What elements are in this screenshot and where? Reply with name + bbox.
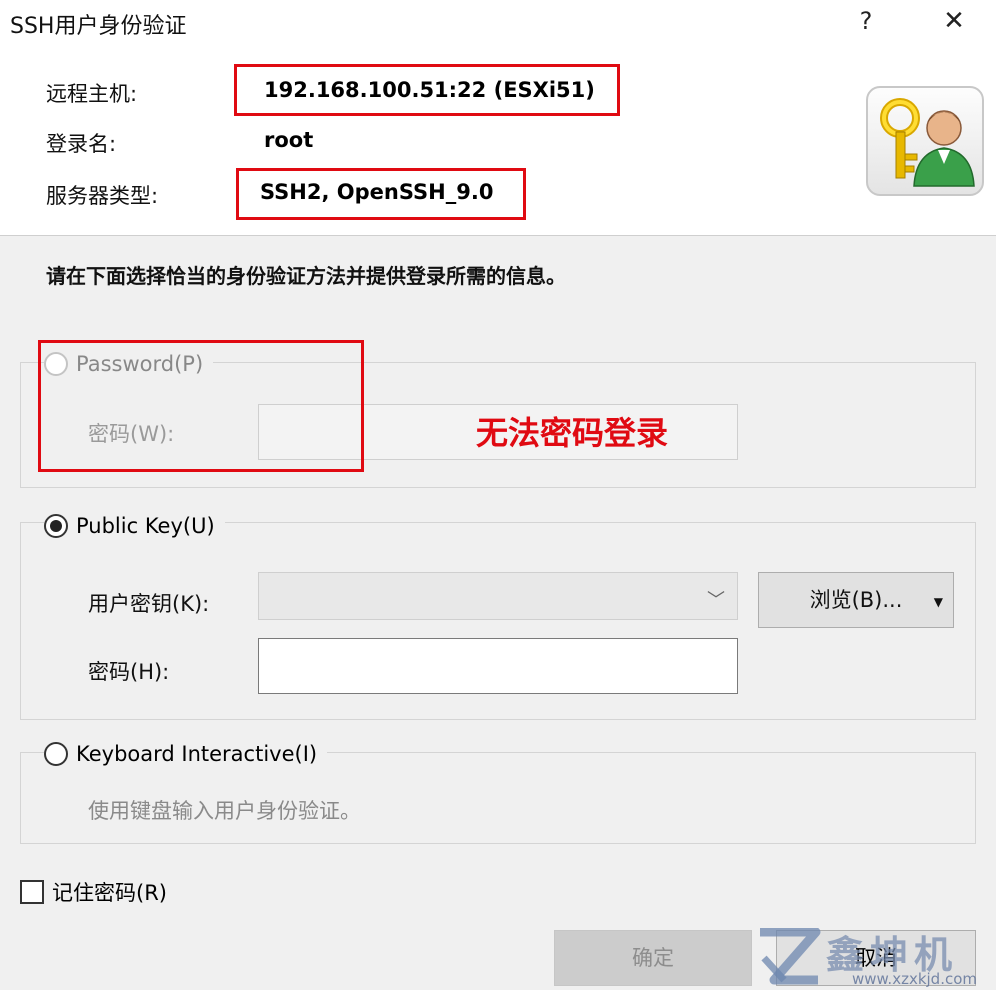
window-title: SSH用户身份验证 — [10, 14, 187, 39]
key-user-icon — [866, 86, 984, 196]
ok-button[interactable]: 确定 — [554, 930, 752, 986]
login-label: 登录名: — [46, 132, 117, 156]
remember-password-checkbox[interactable]: 记住密码(R) — [20, 877, 167, 907]
chevron-down-icon: ﹀ — [707, 590, 725, 611]
public-key-radio-circle[interactable] — [44, 514, 68, 538]
public-key-radio[interactable]: Public Key(U) — [44, 514, 225, 538]
server-type-highlight-box — [236, 168, 526, 220]
watermark: 鑫坤机电 www.xzxkjd.com — [756, 924, 996, 990]
close-button[interactable]: ✕ — [938, 4, 970, 38]
passphrase-label: 密码(H): — [88, 660, 170, 684]
watermark-url: www.xzxkjd.com — [852, 970, 978, 988]
help-button[interactable]: ? — [852, 4, 880, 38]
remember-password-box[interactable] — [20, 880, 44, 904]
connection-info-header: 远程主机: 192.168.100.51:22 (ESXi51) 登录名: ro… — [0, 44, 996, 236]
keyboard-interactive-radio-label: Keyboard Interactive(I) — [76, 742, 318, 766]
user-key-select[interactable]: ﹀ — [258, 572, 738, 620]
annotation-text: 无法密码登录 — [476, 414, 669, 452]
host-highlight-box — [234, 64, 620, 116]
browse-button[interactable]: 浏览(B)... ▼ — [758, 572, 954, 628]
instruction-text: 请在下面选择恰当的身份验证方法并提供登录所需的信息。 — [46, 264, 566, 288]
passphrase-input[interactable] — [258, 638, 738, 694]
remember-password-label: 记住密码(R) — [52, 881, 167, 905]
browse-button-label: 浏览(B)... — [809, 588, 903, 612]
watermark-logo-icon — [760, 928, 821, 985]
public-key-radio-label: Public Key(U) — [76, 514, 215, 538]
password-highlight-box — [38, 340, 364, 472]
title-bar: SSH用户身份验证 ? ✕ — [0, 0, 996, 44]
host-label: 远程主机: — [46, 82, 138, 106]
user-key-label: 用户密钥(K): — [88, 592, 210, 616]
login-value: root — [264, 128, 314, 152]
server-type-label: 服务器类型: — [46, 184, 159, 208]
keyboard-interactive-radio-circle[interactable] — [44, 742, 68, 766]
keyboard-interactive-hint: 使用键盘输入用户身份验证。 — [88, 799, 361, 823]
dropdown-arrow-icon: ▼ — [933, 595, 943, 609]
keyboard-interactive-radio[interactable]: Keyboard Interactive(I) — [44, 742, 328, 766]
